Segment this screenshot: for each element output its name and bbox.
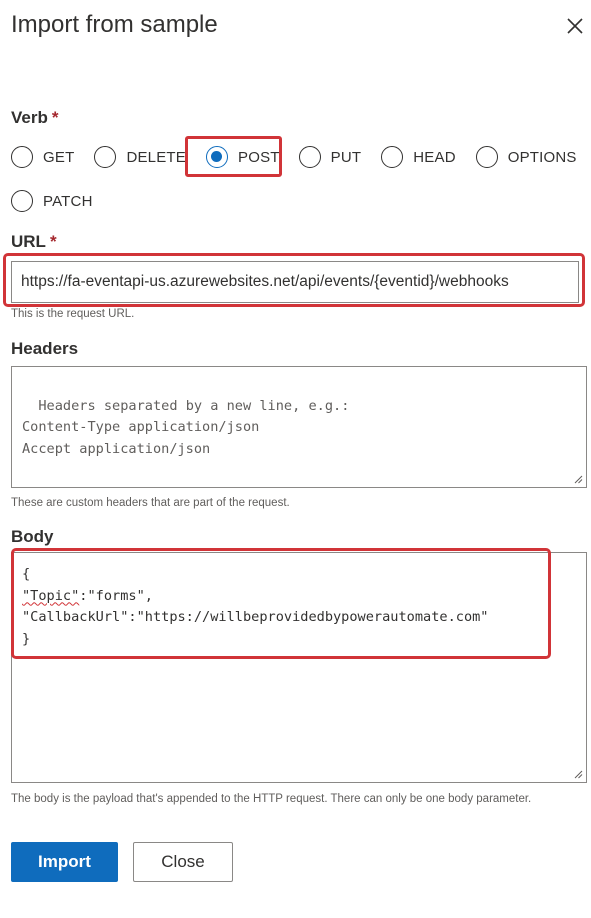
- verb-option-get[interactable]: GET: [11, 146, 74, 168]
- verb-option-options[interactable]: OPTIONS: [475, 146, 577, 168]
- verb-label: Verb *: [11, 108, 59, 127]
- radio-circle[interactable]: [11, 190, 33, 212]
- verb-option-patch[interactable]: PATCH: [11, 190, 93, 212]
- resize-grip-icon[interactable]: [574, 770, 583, 779]
- radio-circle[interactable]: [298, 146, 321, 168]
- close-button[interactable]: Close: [133, 842, 233, 882]
- body-label: Body: [11, 527, 54, 546]
- headers-textarea[interactable]: Headers separated by a new line, e.g.: C…: [11, 366, 587, 488]
- url-help-text: This is the request URL.: [11, 308, 135, 320]
- body-help-text: The body is the payload that's appended …: [11, 793, 532, 805]
- radio-circle[interactable]: [381, 146, 404, 168]
- verb-option-head[interactable]: HEAD: [381, 146, 456, 168]
- verb-option-put[interactable]: PUT: [298, 146, 362, 168]
- resize-grip-icon[interactable]: [574, 475, 583, 484]
- import-button[interactable]: Import: [11, 842, 118, 882]
- required-mark: *: [51, 108, 59, 127]
- radio-circle[interactable]: [475, 146, 498, 168]
- dialog-title: Import from sample: [11, 11, 218, 38]
- verb-radio-group: GET DELETE POST PUT HEAD OPTIONS: [11, 146, 577, 168]
- verb-radio-group-row2: PATCH: [11, 190, 93, 212]
- verb-option-delete[interactable]: DELETE: [94, 146, 186, 168]
- url-label: URL *: [11, 232, 57, 251]
- post-highlight-box: [185, 136, 282, 177]
- body-highlight-box: [11, 548, 551, 659]
- headers-label: Headers: [11, 339, 79, 358]
- required-mark: *: [49, 232, 57, 251]
- url-highlight-box: [3, 253, 585, 307]
- headers-help-text: These are custom headers that are part o…: [11, 497, 290, 509]
- radio-circle[interactable]: [11, 146, 33, 168]
- radio-circle[interactable]: [94, 146, 117, 168]
- close-icon[interactable]: [563, 14, 587, 38]
- headers-placeholder: Headers separated by a new line, e.g.: C…: [22, 397, 350, 457]
